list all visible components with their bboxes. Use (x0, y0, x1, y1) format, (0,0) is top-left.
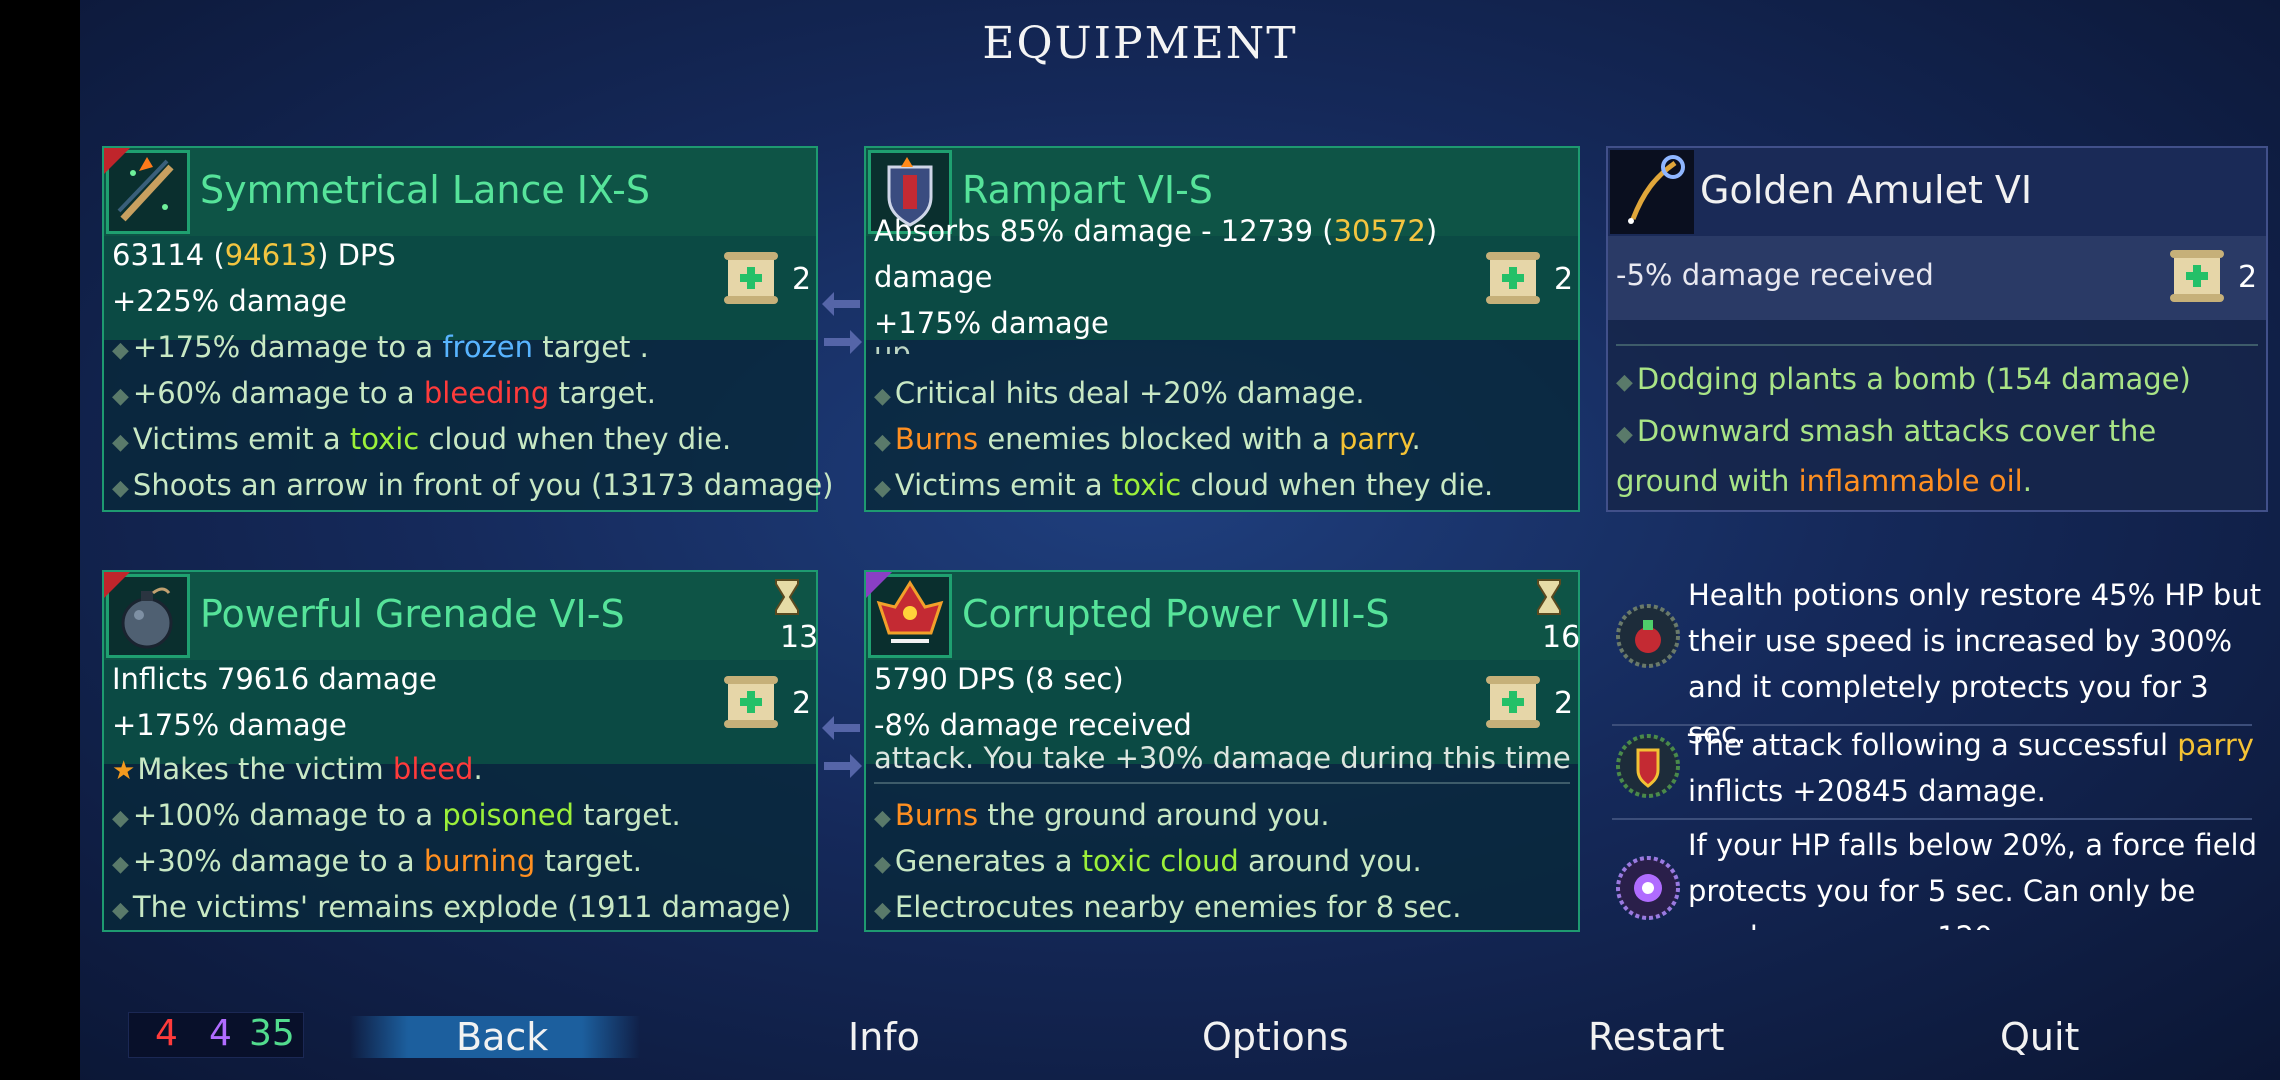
scroll-icon (724, 252, 778, 304)
item-name: Symmetrical Lance IX-S (200, 168, 650, 212)
cell-counters: 4 4 35 (128, 1012, 304, 1058)
hourglass-icon (1537, 579, 1561, 615)
effect-line: ◆ Electrocutes nearby enemies for 8 sec. (874, 890, 1462, 924)
red-counter: 4 (155, 1013, 178, 1054)
mutation-text: The attack following a successful parry … (1688, 728, 2254, 808)
info-button[interactable]: Info (848, 1015, 920, 1059)
mutation-parry[interactable]: The attack following a successful parry … (1608, 720, 2268, 814)
effect-line: ◆ Dodging plants a bomb (154 damage) (1616, 362, 2191, 396)
item-bonus: +175% damage (112, 708, 347, 742)
screen-notch (0, 0, 80, 1080)
purple-counter: 4 (209, 1013, 232, 1054)
item-bonus: +225% damage (112, 284, 347, 318)
effect-line: ◆ Victims emit a toxic cloud when they di… (112, 422, 732, 456)
scroll-icon (2170, 250, 2224, 302)
effect-line: ◆ +60% damage to a bleeding target. (112, 376, 656, 410)
shield-card-rampart[interactable]: Rampart VI-S Absorbs 85% damage - 12739 … (864, 146, 1580, 512)
item-stat: 5790 DPS (8 sec) (874, 662, 1124, 696)
quit-button[interactable]: Quit (2000, 1015, 2079, 1059)
item-name: Powerful Grenade VI-S (200, 592, 625, 636)
effect-line: ◆ Critical hits deal +20% damage. (874, 376, 1365, 410)
tier-badge (866, 572, 892, 598)
mutation-potion[interactable]: Health potions only restore 45% HP but t… (1608, 572, 2268, 750)
effect-line: ◆ +100% damage to a poisoned target. (112, 798, 681, 832)
item-name: Corrupted Power VIII-S (962, 592, 1390, 636)
item-stat: Absorbs 85% damage - 12739 (30572) (874, 214, 1438, 248)
item-stat: 63114 (94613) DPS (112, 238, 396, 272)
force-field-mutation-icon (1616, 856, 1680, 920)
swap-arrows-icon[interactable] (820, 710, 864, 780)
item-name: Rampart VI-S (962, 168, 1213, 212)
effect-line: ◆ Shoots an arrow in front of you (13173 … (112, 468, 834, 502)
effect-line: ★Makes the victim bleed. (112, 752, 483, 786)
item-name: Golden Amulet VI (1700, 168, 2033, 212)
amulet-card[interactable]: Golden Amulet VI -5% damage received 2 ◆… (1606, 146, 2268, 512)
skill-card-grenade[interactable]: Powerful Grenade VI-S 13 Inflicts 79616 … (102, 570, 818, 932)
effect-line: ◆ +175% damage to a frozen target . (112, 330, 649, 364)
mutation-text: If your HP falls below 20%, a force fiel… (1688, 828, 2258, 930)
scroll-count: 2 (1554, 262, 1574, 297)
scroll-icon (1486, 252, 1540, 304)
item-stat: -5% damage received (1616, 258, 1934, 292)
tier-badge (104, 572, 130, 598)
hourglass-icon (775, 579, 799, 615)
potion-mutation-icon (1616, 604, 1680, 668)
effect-line: ◆ Burns enemies blocked with a parry. (874, 422, 1421, 456)
item-stat-cont: damage (874, 260, 993, 294)
cooldown-value: 16 (1542, 620, 1581, 655)
scroll-count: 2 (1554, 686, 1574, 721)
options-button[interactable]: Options (1202, 1015, 1349, 1059)
tier-badge (104, 148, 130, 174)
effect-line: ◆ Victims emit a toxic cloud when they di… (874, 468, 1494, 502)
scroll-count: 2 (2238, 260, 2258, 295)
back-button[interactable]: Back (456, 1015, 548, 1059)
scroll-icon (724, 676, 778, 728)
parry-mutation-icon (1616, 734, 1680, 798)
page-title: EQUIPMENT (982, 18, 1298, 69)
mutation-force-field[interactable]: If your HP falls below 20%, a force fiel… (1608, 822, 2268, 930)
amulet-icon (1610, 150, 1694, 234)
effect-line: ◆ Generates a toxic cloud around you. (874, 844, 1422, 878)
swap-arrows-icon[interactable] (820, 286, 864, 356)
truncated-effect-line: attack. You take +30% damage during this… (874, 746, 1570, 770)
truncated-effect-line: up. (874, 336, 921, 354)
effect-line: ◆ Downward smash attacks cover the ground… (1616, 414, 2157, 498)
effect-line: ◆ +30% damage to a burning target. (112, 844, 642, 878)
item-bonus: -8% damage received (874, 708, 1192, 742)
effect-line: ◆ The victims' remains explode (1911 dama… (112, 890, 792, 924)
scroll-count: 2 (792, 262, 812, 297)
cooldown-value: 13 (780, 620, 819, 655)
restart-button[interactable]: Restart (1588, 1015, 1725, 1059)
weapon-card-lance[interactable]: Symmetrical Lance IX-S 63114 (94613) DPS… (102, 146, 834, 512)
item-stat: Inflicts 79616 damage (112, 662, 437, 696)
scroll-count: 2 (792, 686, 812, 721)
green-counter: 35 (249, 1013, 295, 1054)
effect-line: ◆ Burns the ground around you. (874, 798, 1330, 832)
scroll-icon (1486, 676, 1540, 728)
skill-card-corrupted-power[interactable]: Corrupted Power VIII-S 16 5790 DPS (8 se… (864, 570, 1580, 932)
